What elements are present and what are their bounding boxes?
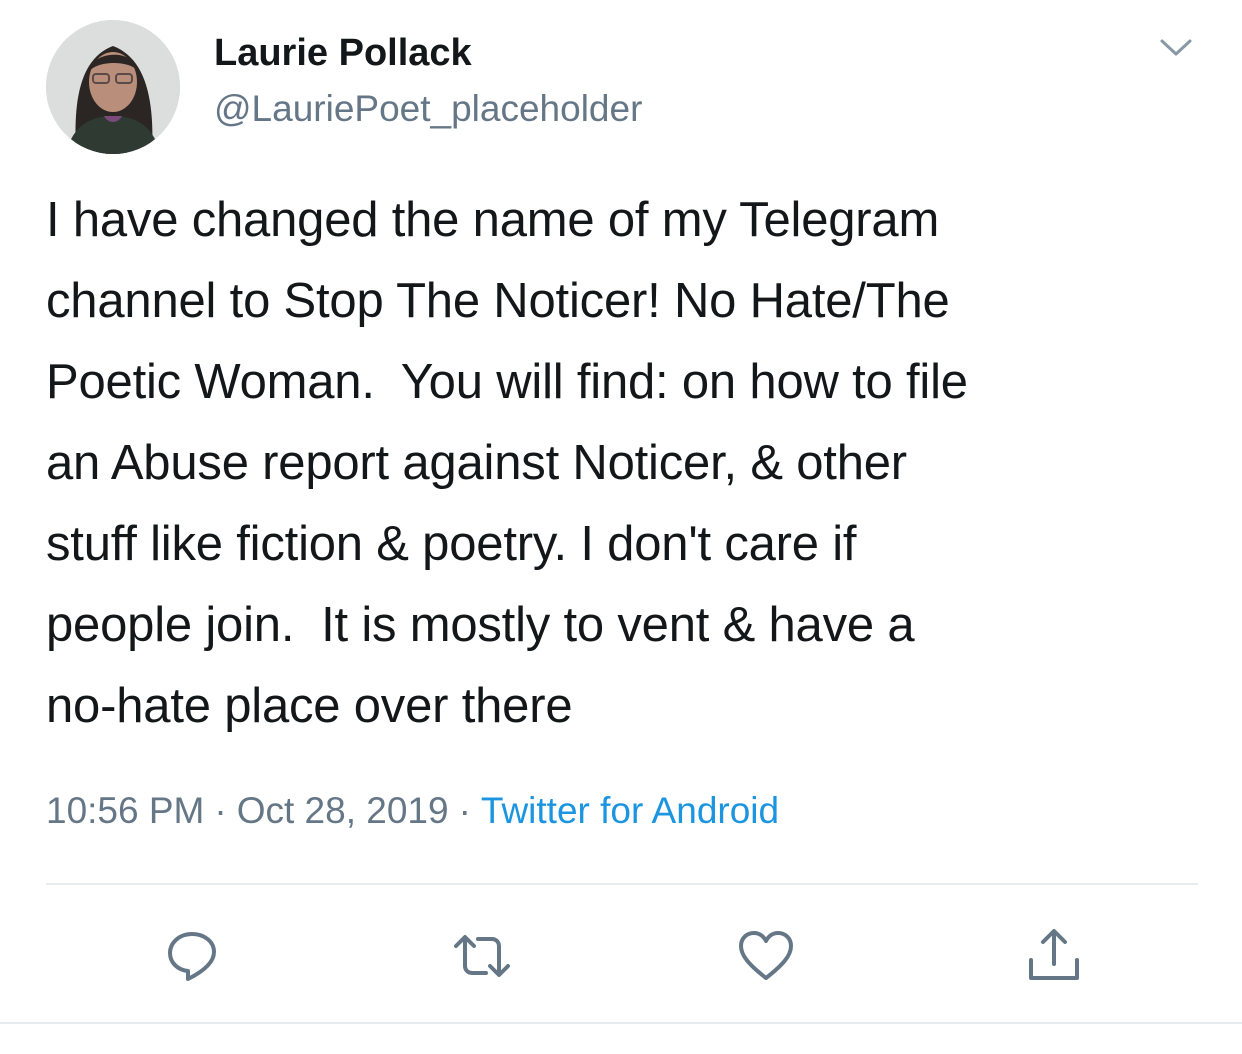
tweet-metadata: 10:56 PM · Oct 28, 2019 · Twitter for Androi… [46, 790, 779, 832]
meta-separator: · [214, 790, 227, 831]
tweet-time[interactable]: 10:56 PM [46, 790, 204, 831]
reply-icon [168, 932, 216, 981]
chevron-down-icon[interactable] [1156, 32, 1196, 62]
heart-icon [739, 931, 793, 980]
tweet-card: Laurie Pollack @LauriePoet_placeholder I… [0, 0, 1242, 1022]
divider [46, 883, 1198, 885]
share-icon [1029, 929, 1079, 980]
tweet-text: I have changed the name of my Telegram c… [46, 193, 968, 733]
author-display-name[interactable]: Laurie Pollack [214, 32, 472, 75]
share-button[interactable] [1024, 926, 1084, 986]
avatar[interactable] [46, 20, 180, 154]
tweet-date[interactable]: Oct 28, 2019 [237, 790, 449, 831]
retweet-button[interactable] [452, 926, 512, 986]
meta-separator: · [458, 790, 471, 831]
tweet-source-link[interactable]: Twitter for Android [481, 790, 779, 831]
like-button[interactable] [736, 926, 796, 986]
author-handle[interactable]: @LauriePoet_placeholder [214, 88, 642, 130]
retweet-icon [454, 935, 510, 977]
reply-button[interactable] [162, 926, 222, 986]
next-item-edge [0, 1022, 1242, 1054]
